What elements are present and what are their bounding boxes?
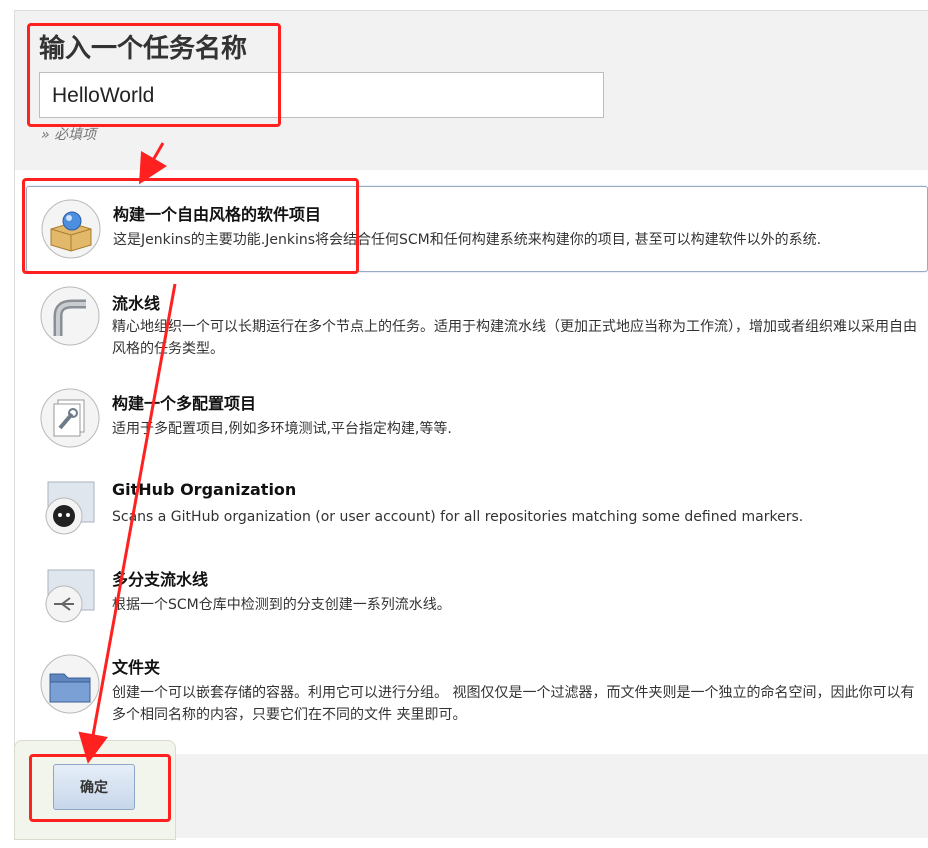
item-title: 流水线 <box>112 294 161 313</box>
item-title: 多分支流水线 <box>112 570 209 589</box>
github-icon <box>40 476 100 536</box>
item-title: GitHub Organization <box>112 480 297 499</box>
item-description: 精心地组织一个可以长期运行在多个节点上的任务。适用于构建流水线（更加正式地应当称… <box>112 319 917 357</box>
freestyle-box-icon <box>41 199 101 259</box>
list-item-folder[interactable]: 文件夹 创建一个可以嵌套存储的容器。利用它可以进行分组。 视图仅仅是一个过滤器，… <box>26 646 928 736</box>
multi-config-icon <box>40 388 100 448</box>
task-name-input[interactable]: HelloWorld <box>39 72 604 118</box>
item-title: 文件夹 <box>112 658 161 677</box>
item-description: Scans a GitHub organization (or user acc… <box>112 509 804 525</box>
item-description: 适用于多配置项目,例如多环境测试,平台指定构建,等等. <box>112 421 452 437</box>
list-item-freestyle[interactable]: 构建一个自由风格的软件项目 这是Jenkins的主要功能.Jenkins将会结合… <box>26 186 928 272</box>
folder-icon <box>40 654 100 714</box>
pipeline-icon <box>40 286 100 346</box>
ok-button[interactable]: 确定 <box>53 764 135 810</box>
item-title: 构建一个多配置项目 <box>112 394 257 413</box>
required-note: » 必填项 <box>41 127 97 143</box>
item-description: 创建一个可以嵌套存储的容器。利用它可以进行分组。 视图仅仅是一个过滤器，而文件夹… <box>112 685 915 723</box>
list-item-pipeline[interactable]: 流水线 精心地组织一个可以长期运行在多个节点上的任务。适用于构建流水线（更加正式… <box>26 280 928 370</box>
list-item-multi-config[interactable]: 构建一个多配置项目 适用于多配置项目,例如多环境测试,平台指定构建,等等. <box>26 380 928 460</box>
task-name-heading: 输入一个任务名称 <box>39 34 248 64</box>
multibranch-icon <box>40 564 100 624</box>
list-item-github-org[interactable]: GitHub Organization Scans a GitHub organ… <box>26 470 928 550</box>
list-item-multibranch[interactable]: 多分支流水线 根据一个SCM仓库中检测到的分支创建一系列流水线。 <box>26 558 928 638</box>
item-description: 这是Jenkins的主要功能.Jenkins将会结合任何SCM和任何构建系统来构… <box>113 232 822 248</box>
item-description: 根据一个SCM仓库中检测到的分支创建一系列流水线。 <box>112 597 451 613</box>
item-title: 构建一个自由风格的软件项目 <box>113 205 322 224</box>
